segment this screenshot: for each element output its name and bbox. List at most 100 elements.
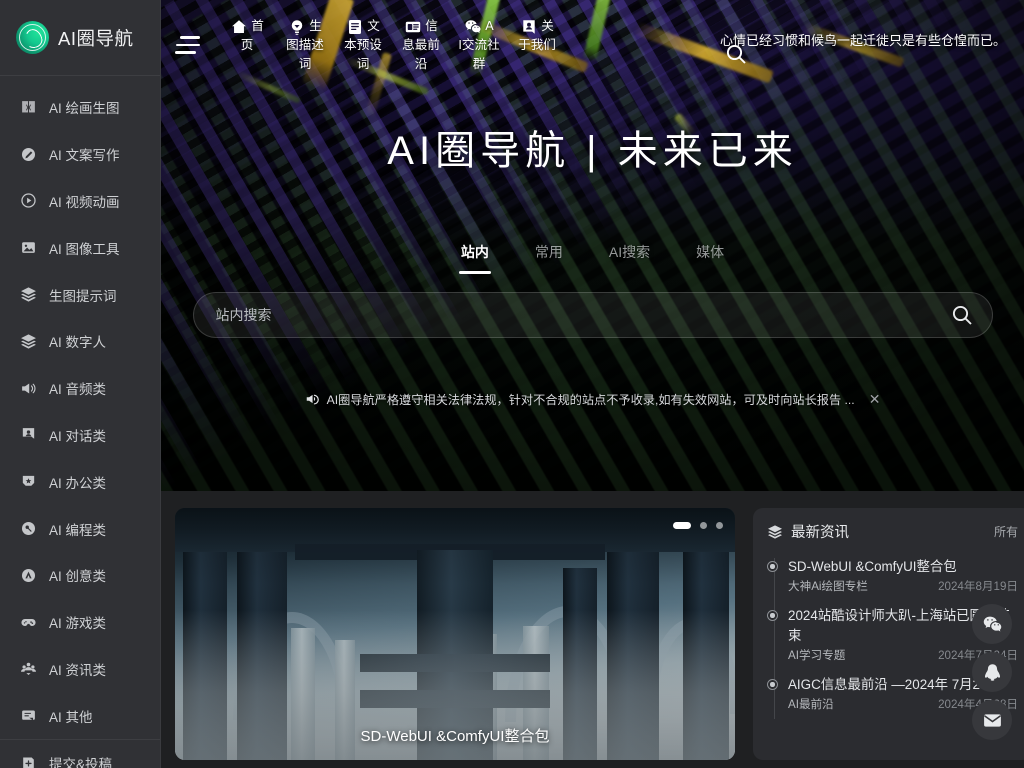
lightbulb-icon bbox=[288, 18, 306, 36]
top-nav-item-2[interactable]: 文本预设词 bbox=[334, 8, 392, 74]
sidebar-item-label: AI 其他 bbox=[49, 709, 93, 725]
sidebar-item-label: AI 编程类 bbox=[49, 522, 107, 538]
carousel-dot-2[interactable] bbox=[716, 522, 723, 529]
sidebar-item-8[interactable]: AI 办公类 bbox=[0, 458, 160, 505]
bullet-icon bbox=[767, 679, 778, 690]
hamburger-menu-icon[interactable] bbox=[175, 28, 209, 62]
news-item-category: AI最前沿 bbox=[788, 698, 834, 711]
top-nav-item-3[interactable]: 信息最前沿 bbox=[392, 8, 450, 74]
sidebar-item-label: AI 图像工具 bbox=[49, 241, 120, 257]
home-icon bbox=[230, 18, 248, 36]
bullet-icon bbox=[767, 561, 778, 572]
news-item-category: 大神Ai绘图专栏 bbox=[788, 580, 868, 593]
news-title: 最新资讯 bbox=[791, 525, 849, 541]
sidebar-item-label: AI 数字人 bbox=[49, 335, 107, 351]
top-header: 首页生图描述词文本预设词信息最前沿 A I交流社群关于我们 心情已经习惯和候鸟一起迁… bbox=[161, 0, 1024, 92]
top-nav-item-4[interactable]: A I交流社群 bbox=[450, 8, 508, 74]
top-nav-label: 息最前沿 bbox=[402, 38, 440, 71]
sidebar-item-label: AI 音频类 bbox=[49, 382, 107, 398]
qq-penguin-icon bbox=[982, 662, 1003, 683]
carousel-dot-0[interactable] bbox=[673, 522, 691, 529]
search-tab-3[interactable]: 媒体 bbox=[696, 242, 724, 274]
sidebar-item-label: AI 办公类 bbox=[49, 475, 107, 491]
carousel-image bbox=[175, 508, 735, 760]
brand-logo[interactable]: AI圈导航 bbox=[0, 0, 160, 76]
pen-circle-icon bbox=[20, 146, 37, 163]
search-box[interactable] bbox=[192, 292, 993, 338]
sidebar-item-label: 生图提示词 bbox=[49, 288, 117, 304]
person-badge-icon bbox=[520, 18, 538, 36]
top-nav: 首页生图描述词文本预设词信息最前沿 A I交流社群关于我们 bbox=[218, 8, 566, 74]
circle-swirl-logo-icon bbox=[16, 21, 49, 54]
search-input[interactable] bbox=[215, 307, 950, 323]
main-area: 首页生图描述词文本预设词信息最前沿 A I交流社群关于我们 心情已经习惯和候鸟一起迁… bbox=[161, 0, 1024, 768]
sidebar-item-3[interactable]: AI 图像工具 bbox=[0, 224, 160, 271]
close-icon[interactable]: ✕ bbox=[869, 391, 881, 408]
chat-person-icon bbox=[20, 426, 37, 443]
sidebar-item-7[interactable]: AI 对话类 bbox=[0, 412, 160, 459]
play-circle-icon bbox=[20, 192, 37, 209]
search-tab-0[interactable]: 站内 bbox=[461, 242, 489, 274]
sidebar-item-label: 提交&投稿 bbox=[49, 757, 113, 768]
search-icon[interactable] bbox=[724, 42, 748, 66]
top-nav-item-0[interactable]: 首页 bbox=[218, 8, 276, 55]
brand-name: AI圈导航 bbox=[58, 27, 134, 49]
featured-carousel[interactable]: SD-WebUI &ComfyUI整合包 bbox=[175, 508, 735, 760]
top-nav-label: 本预设词 bbox=[344, 38, 382, 71]
carousel-dots[interactable] bbox=[673, 522, 723, 529]
news-item-0[interactable]: SD-WebUI &ComfyUI整合包 大神Ai绘图专栏 2024年8月19日 bbox=[767, 552, 1018, 601]
top-nav-label: 于我们 bbox=[518, 38, 556, 52]
sidebar-item-12[interactable]: AI 资讯类 bbox=[0, 646, 160, 693]
sidebar: AI圈导航 AI 绘画生图 AI 文案写作 AI 视频动画 AI 图像工具 生图提示词 A… bbox=[0, 0, 161, 768]
layers-icon bbox=[20, 286, 37, 303]
sidebar-item-2[interactable]: AI 视频动画 bbox=[0, 178, 160, 225]
sidebar-item-11[interactable]: AI 游戏类 bbox=[0, 599, 160, 646]
sidebar-item-label: AI 绘画生图 bbox=[49, 101, 120, 117]
search-tab-2[interactable]: AI搜索 bbox=[609, 242, 650, 274]
document-icon bbox=[346, 18, 364, 36]
sidebar-item-0[interactable]: AI 绘画生图 bbox=[0, 84, 160, 131]
sidebar-item-label: AI 游戏类 bbox=[49, 616, 107, 632]
sidebar-item-1[interactable]: AI 文案写作 bbox=[0, 131, 160, 178]
carousel-dot-1[interactable] bbox=[700, 522, 707, 529]
key-circle-icon bbox=[20, 520, 37, 537]
notice-bar: AI圈导航严格遵守相关法律法规，针对不合规的站点不予收录,如有失效网站，可及时向… bbox=[198, 390, 988, 408]
news-card-icon bbox=[404, 18, 422, 36]
creative-circle-icon bbox=[20, 567, 37, 584]
bullet-icon bbox=[767, 610, 778, 621]
notice-text: AI圈导航严格遵守相关法律法规，针对不合规的站点不予收录,如有失效网站，可及时向… bbox=[326, 393, 855, 407]
sidebar-nav: AI 绘画生图 AI 文案写作 AI 视频动画 AI 图像工具 生图提示词 AI 数字人 A… bbox=[0, 76, 160, 768]
speaker-icon bbox=[20, 380, 37, 397]
sidebar-item-4[interactable]: 生图提示词 bbox=[0, 271, 160, 318]
search-submit-icon[interactable] bbox=[950, 303, 974, 327]
sidebar-item-9[interactable]: AI 编程类 bbox=[0, 505, 160, 552]
news-all-link[interactable]: 所有 bbox=[994, 523, 1018, 540]
sidebar-item-13[interactable]: AI 其他 bbox=[0, 692, 160, 739]
floating-contact-buttons bbox=[972, 604, 1012, 740]
sidebar-item-label: AI 资讯类 bbox=[49, 662, 107, 678]
top-nav-label: 图描述词 bbox=[286, 38, 324, 71]
sidebar-item-label: AI 文案写作 bbox=[49, 148, 120, 164]
news-item-title: SD-WebUI &ComfyUI整合包 bbox=[788, 559, 957, 574]
megaphone-icon bbox=[305, 392, 319, 406]
plus-square-icon bbox=[20, 755, 37, 768]
sidebar-item-10[interactable]: AI 创意类 bbox=[0, 552, 160, 599]
sidebar-item-label: AI 视频动画 bbox=[49, 194, 120, 210]
email-button[interactable] bbox=[972, 700, 1012, 740]
group-people-icon bbox=[20, 660, 37, 677]
bookmark-flag-icon bbox=[20, 473, 37, 490]
app-root: AI圈导航 AI 绘画生图 AI 文案写作 AI 视频动画 AI 图像工具 生图提示词 A… bbox=[0, 0, 1024, 768]
painting-icon bbox=[20, 99, 37, 116]
sidebar-item-14[interactable]: 提交&投稿 bbox=[0, 739, 160, 768]
top-nav-item-1[interactable]: 生图描述词 bbox=[276, 8, 334, 74]
qq-button[interactable] bbox=[972, 652, 1012, 692]
search-tabs: 站内 常用 AI搜索 媒体 bbox=[161, 242, 1024, 274]
sidebar-item-6[interactable]: AI 音频类 bbox=[0, 365, 160, 412]
top-nav-label: I交流社群 bbox=[458, 38, 500, 71]
top-nav-item-5[interactable]: 关于我们 bbox=[508, 8, 566, 55]
wechat-icon bbox=[982, 614, 1003, 635]
layers-icon bbox=[767, 524, 783, 540]
wechat-button[interactable] bbox=[972, 604, 1012, 644]
search-tab-1[interactable]: 常用 bbox=[535, 242, 563, 274]
sidebar-item-5[interactable]: AI 数字人 bbox=[0, 318, 160, 365]
